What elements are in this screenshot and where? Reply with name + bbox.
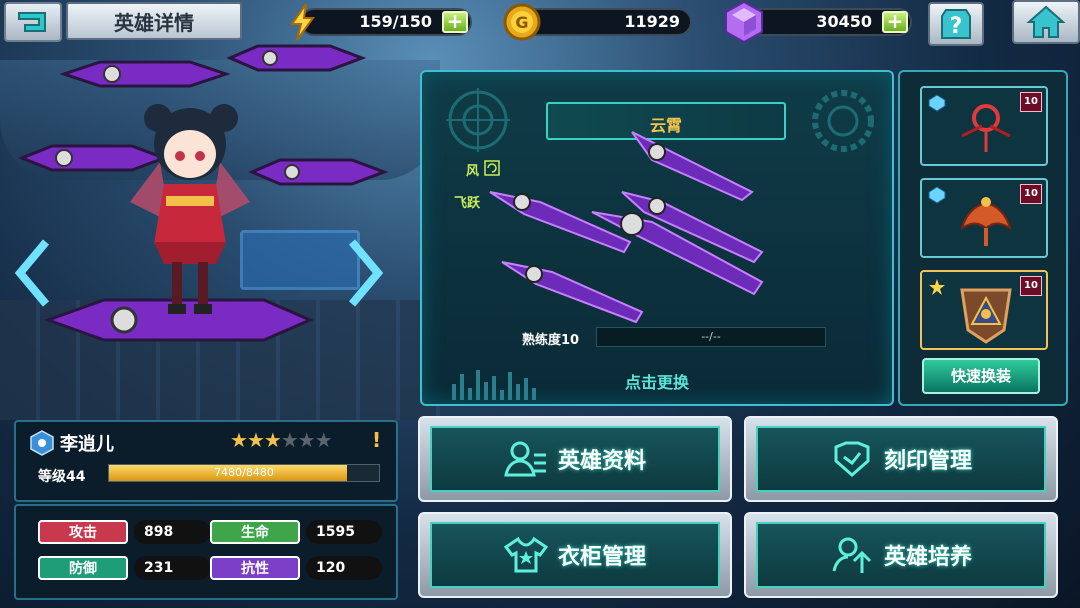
sword-icon [226, 44, 366, 72]
star-empty-icon: ★ [280, 428, 299, 452]
wardrobe-manage-button[interactable]: 衣柜管理 [418, 512, 732, 598]
button-label: 英雄培养 [883, 545, 972, 570]
profile-icon [504, 441, 546, 477]
quick-equip-button[interactable]: 快速换装 [922, 358, 1040, 394]
hero-level: 等级44 [38, 469, 86, 485]
stat-value: 120 [306, 556, 382, 580]
hero-profile-button[interactable]: 英雄资料 [418, 416, 732, 502]
slot-level-badge: 10 [1020, 92, 1042, 112]
proficiency-label: 熟练度10 [522, 333, 580, 348]
stat-health: 生命 1595 [210, 520, 382, 546]
weapon-panel[interactable]: 云霄 风 飞跃 熟练度10 --/-- 点击更换 [420, 70, 894, 406]
hero-character [130, 104, 250, 314]
add-gem-button[interactable]: + [882, 11, 908, 33]
stat-defense: 防御 231 [38, 556, 210, 582]
hero-name: 李逍儿 [60, 434, 114, 455]
button-label: 英雄资料 [557, 449, 646, 474]
star-filled-icon: ★ [246, 428, 265, 452]
sword-icon [248, 158, 388, 186]
slot-level-badge: 10 [1020, 276, 1042, 296]
proficiency-bar: --/-- [596, 327, 826, 347]
help-button[interactable]: ? [928, 2, 984, 46]
equipment-slot[interactable]: 10 [920, 270, 1048, 350]
weapon-tag-fly: 飞跃 [454, 196, 481, 211]
svg-text:?: ? [950, 14, 963, 39]
engrave-icon [834, 441, 870, 477]
gold-counter: 11929 [516, 8, 692, 36]
sword-icon [60, 60, 230, 88]
page-title: 英雄详情 [66, 2, 242, 40]
gold-coin-icon: G [503, 3, 541, 41]
gold-value: 11929 [624, 12, 680, 31]
xp-bar: 7480/8480 [108, 464, 380, 482]
hero-info-panel: 李逍儿 ★★★★★★ ! 等级44 7480/8480 [14, 420, 398, 502]
stat-value: 231 [134, 556, 210, 580]
hero-class-icon [30, 430, 54, 456]
back-button[interactable] [4, 2, 62, 42]
button-face: 英雄资料 [430, 426, 720, 492]
energy-counter: 159/150 + [300, 8, 472, 36]
star-empty-icon: ★ [297, 428, 316, 452]
equipment-slot[interactable]: 10 [920, 178, 1048, 258]
stat-label: 防御 [38, 556, 128, 580]
next-hero-arrow[interactable] [346, 238, 386, 308]
equipment-slot[interactable]: 10 [920, 86, 1048, 166]
star-icon [929, 279, 945, 295]
button-label: 刻印管理 [883, 449, 972, 474]
wardrobe-icon [503, 536, 548, 573]
blue-gem-icon [928, 186, 946, 204]
xp-text: 7480/8480 [214, 466, 274, 479]
home-icon [1026, 5, 1066, 38]
star-filled-icon: ★ [263, 428, 282, 452]
button-face: 刻印管理 [756, 426, 1046, 492]
engrave-manage-button[interactable]: 刻印管理 [744, 416, 1058, 502]
alert-icon[interactable]: ! [372, 428, 381, 452]
phoenix-icon [960, 197, 1012, 246]
blue-gem-icon [928, 94, 946, 112]
gem-icon [725, 0, 763, 44]
upgrade-icon [832, 537, 872, 573]
lightning-icon [290, 3, 315, 41]
top-bar: 英雄详情 159/150 + 11929 G 30450 + ? [0, 0, 1080, 48]
stat-value: 1595 [306, 520, 382, 544]
button-face: 英雄培养 [756, 522, 1046, 588]
change-weapon-button[interactable]: 点击更换 [422, 369, 892, 393]
home-button[interactable] [1012, 0, 1080, 44]
star-empty-icon: ★ [314, 428, 333, 452]
back-icon [18, 12, 46, 32]
hero-star-rating: ★★★★★★ [230, 428, 333, 452]
button-face: 衣柜管理 [430, 522, 720, 588]
hero-train-button[interactable]: 英雄培养 [744, 512, 1058, 598]
red-pendant-icon [961, 104, 1011, 152]
svg-text:G: G [515, 13, 528, 32]
stat-attack: 攻击 898 [38, 520, 210, 546]
stat-label: 抗性 [210, 556, 300, 580]
badge-icon [960, 288, 1012, 344]
stats-panel: 攻击 898 生命 1595 防御 231 抗性 120 [14, 504, 398, 600]
game-scene: 英雄详情 159/150 + 11929 G 30450 + ? 云霄 风 飞跃… [0, 0, 1080, 608]
add-energy-button[interactable]: + [442, 11, 468, 33]
weapon-swords-icon [489, 131, 764, 324]
energy-value: 159/150 [359, 12, 432, 31]
stat-label: 攻击 [38, 520, 128, 544]
stat-resistance: 抗性 120 [210, 556, 382, 582]
stat-value: 898 [134, 520, 210, 544]
star-filled-icon: ★ [230, 428, 248, 452]
weapon-tag-wind: 风 [466, 164, 480, 179]
equipment-panel: 10 10 10 快速换装 [898, 70, 1068, 406]
help-icon: ? [941, 9, 971, 39]
slot-level-badge: 10 [1020, 184, 1042, 204]
button-label: 衣柜管理 [557, 545, 646, 570]
gem-value: 30450 [816, 12, 872, 31]
stat-label: 生命 [210, 520, 300, 544]
